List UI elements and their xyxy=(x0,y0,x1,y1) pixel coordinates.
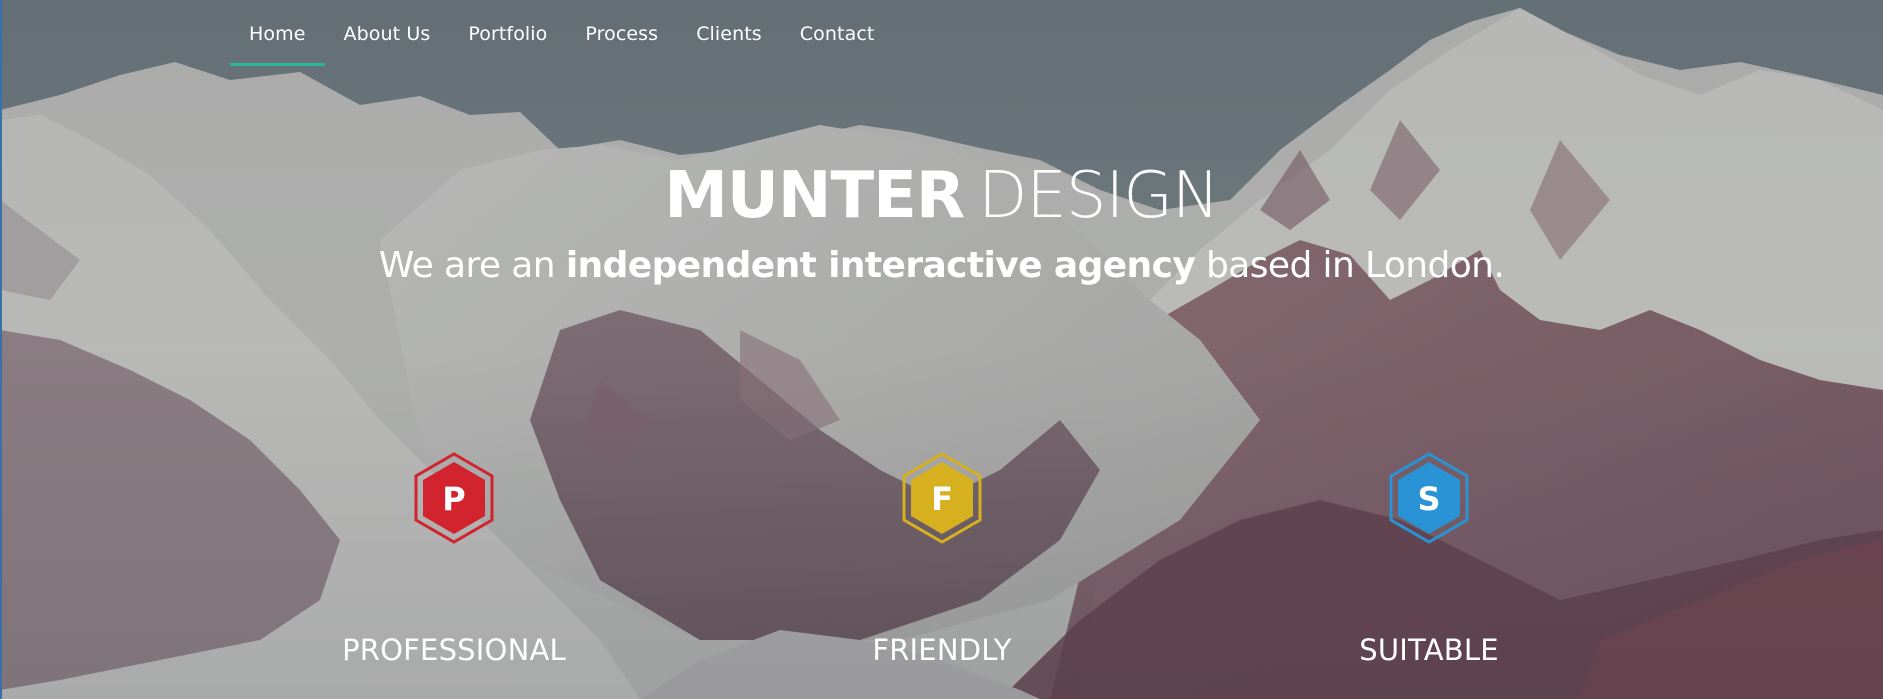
tagline-after: based in London. xyxy=(1195,245,1505,286)
feature-letter-p: P xyxy=(442,480,465,518)
hero-title-light: DESIGN xyxy=(978,159,1220,233)
nav-item-clients[interactable]: Clients xyxy=(677,0,781,68)
hero-title: MUNTER DESIGN xyxy=(0,156,1883,236)
feature-letter-s: S xyxy=(1417,480,1440,518)
hexagon-s-icon: S xyxy=(1385,450,1473,546)
feature-friendly: F FRIENDLY xyxy=(792,450,1092,680)
feature-label-suitable: SUITABLE xyxy=(1359,633,1499,667)
nav-item-process[interactable]: Process xyxy=(566,0,677,68)
tagline-strong: independent interactive agency xyxy=(565,245,1196,286)
hexagon-p-icon: P xyxy=(410,450,498,546)
nav-item-about-us[interactable]: About Us xyxy=(325,0,450,68)
hero-tagline: We are an independent interactive agency… xyxy=(0,240,1883,292)
feature-suitable: S SUITABLE xyxy=(1279,450,1579,680)
hexagon-f-icon: F xyxy=(898,450,986,546)
feature-letter-f: F xyxy=(931,480,953,518)
main-nav: Home About Us Portfolio Process Clients … xyxy=(230,0,893,68)
nav-item-contact[interactable]: Contact xyxy=(781,0,894,68)
feature-label-friendly: FRIENDLY xyxy=(872,633,1012,667)
hero-title-strong: MUNTER xyxy=(664,159,965,233)
hero-section: Home About Us Portfolio Process Clients … xyxy=(0,0,1883,699)
feature-professional: P PROFESSIONAL xyxy=(304,450,604,680)
nav-item-portfolio[interactable]: Portfolio xyxy=(449,0,566,68)
left-edge-divider xyxy=(0,0,2,699)
feature-label-professional: PROFESSIONAL xyxy=(342,633,566,667)
tagline-before: We are an xyxy=(378,245,566,286)
nav-item-home[interactable]: Home xyxy=(230,0,325,68)
